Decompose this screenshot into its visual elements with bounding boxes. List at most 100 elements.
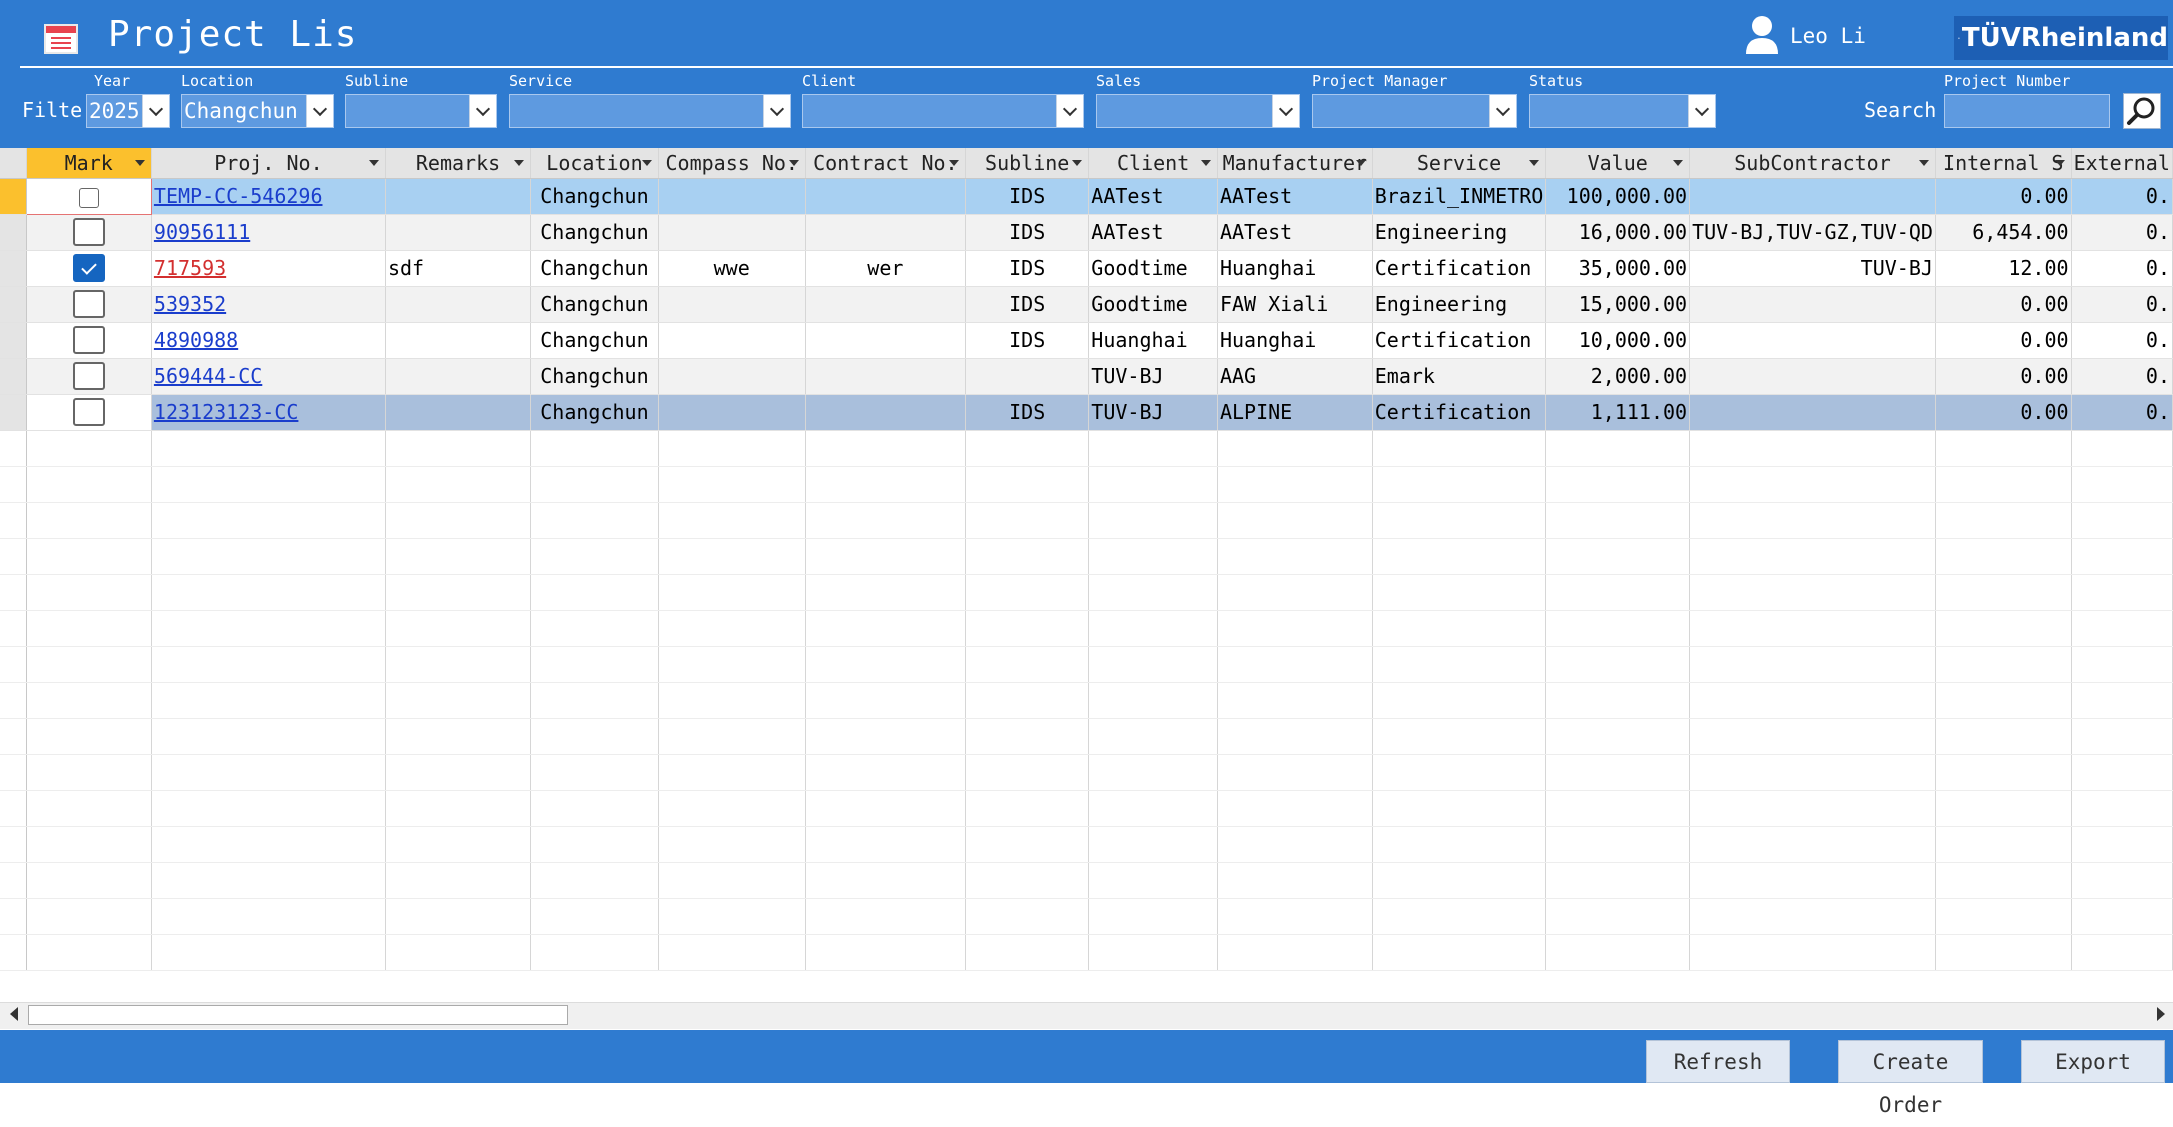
column-header-mark[interactable]: Mark (26, 148, 152, 179)
external-cell[interactable]: 0. (2071, 358, 2173, 395)
manufacturer-cell[interactable]: FAW Xiali (1217, 286, 1373, 323)
internal-s-cell[interactable]: 0.00 (1935, 394, 2072, 431)
mark-cell[interactable] (25, 177, 152, 215)
external-cell[interactable]: 0. (2071, 394, 2173, 431)
table-row[interactable]: 569444-CC Changchun TUV-BJ AAG Emark 2,0… (0, 358, 2173, 395)
filter-dropdown-icon[interactable] (2054, 160, 2065, 166)
subline-cell[interactable]: IDS (965, 250, 1090, 287)
value-cell[interactable]: 15,000.00 (1545, 286, 1691, 323)
internal-s-cell[interactable]: 0.00 (1935, 178, 2072, 215)
column-header-external[interactable]: External (2071, 148, 2173, 179)
chevron-down-icon[interactable] (1688, 95, 1715, 127)
service-cell[interactable]: Certification (1372, 250, 1547, 287)
chevron-down-icon[interactable] (763, 95, 790, 127)
table-row[interactable]: 90956111 Changchun IDS AATest AATest Eng… (0, 214, 2173, 251)
column-header-client[interactable]: Client (1088, 148, 1218, 179)
proj-no-cell[interactable]: 123123123-CC (151, 394, 386, 431)
row-selector[interactable] (0, 250, 27, 287)
mark-checkbox[interactable] (72, 362, 105, 390)
filter-dropdown-icon[interactable] (641, 160, 652, 166)
mark-cell[interactable] (26, 394, 152, 431)
manufacturer-cell[interactable]: AAG (1217, 358, 1373, 395)
remarks-cell[interactable] (385, 322, 532, 359)
subcontractor-cell[interactable] (1689, 322, 1936, 359)
value-cell[interactable]: 10,000.00 (1545, 322, 1691, 359)
create-order-button[interactable]: Create Order (1838, 1040, 1983, 1117)
subcontractor-cell[interactable] (1689, 286, 1936, 323)
compass-no-cell[interactable] (658, 286, 806, 323)
column-header-proj-no[interactable]: Proj. No. (151, 148, 386, 179)
remarks-cell[interactable] (385, 178, 532, 215)
remarks-cell[interactable] (385, 358, 532, 395)
internal-s-cell[interactable]: 12.00 (1935, 250, 2072, 287)
subline-cell[interactable]: IDS (965, 178, 1090, 215)
value-cell[interactable]: 35,000.00 (1545, 250, 1691, 287)
compass-no-cell[interactable] (658, 358, 806, 395)
contract-no-cell[interactable] (805, 394, 967, 431)
column-header-subline[interactable]: Subline (965, 148, 1090, 179)
external-cell[interactable]: 0. (2071, 250, 2173, 287)
value-cell[interactable]: 100,000.00 (1545, 178, 1691, 215)
location-cell[interactable]: Changchun (530, 178, 659, 215)
external-cell[interactable]: 0. (2071, 322, 2173, 359)
location-cell[interactable]: Changchun (530, 250, 659, 287)
mark-cell[interactable] (26, 286, 152, 323)
proj-no-link[interactable]: 717593 (154, 256, 226, 280)
proj-no-link[interactable]: TEMP-CC-546296 (154, 184, 323, 208)
filter-dropdown-icon[interactable] (134, 160, 145, 166)
remarks-cell[interactable] (385, 286, 532, 323)
column-header-subcontractor[interactable]: SubContractor (1689, 148, 1936, 179)
external-cell[interactable]: 0. (2071, 178, 2173, 215)
location-cell[interactable]: Changchun (530, 286, 659, 323)
subcontractor-cell[interactable]: TUV-BJ,TUV-GZ,TUV-QD (1689, 214, 1936, 251)
mark-checkbox[interactable] (78, 187, 99, 208)
client-select[interactable] (802, 94, 1084, 128)
contract-no-cell[interactable] (805, 286, 967, 323)
proj-no-link[interactable]: 90956111 (154, 220, 250, 244)
location-cell[interactable]: Changchun (530, 214, 659, 251)
search-button[interactable] (2123, 93, 2161, 129)
chevron-down-icon[interactable] (1056, 95, 1083, 127)
filter-dropdown-icon[interactable] (1355, 160, 1366, 166)
remarks-cell[interactable] (385, 394, 532, 431)
mark-checkbox[interactable] (72, 326, 105, 354)
subline-cell[interactable] (965, 358, 1090, 395)
remarks-cell[interactable] (385, 214, 532, 251)
client-cell[interactable]: Huanghai (1088, 322, 1218, 359)
subcontractor-cell[interactable] (1689, 358, 1936, 395)
client-cell[interactable]: AATest (1088, 214, 1218, 251)
service-cell[interactable]: Brazil_INMETRO (1372, 178, 1547, 215)
column-header-compass-no[interactable]: Compass No. (658, 148, 806, 179)
internal-s-cell[interactable]: 6,454.00 (1935, 214, 2072, 251)
project-manager-select[interactable] (1312, 94, 1517, 128)
subcontractor-cell[interactable]: TUV-BJ (1689, 250, 1936, 287)
filter-dropdown-icon[interactable] (1918, 160, 1929, 166)
mark-cell[interactable] (26, 214, 152, 251)
client-cell[interactable]: Goodtime (1088, 286, 1218, 323)
external-cell[interactable]: 0. (2071, 214, 2173, 251)
horizontal-scrollbar[interactable] (0, 1002, 2173, 1029)
column-header-service[interactable]: Service (1372, 148, 1547, 179)
table-row[interactable]: 4890988 Changchun IDS Huanghai Huanghai … (0, 322, 2173, 359)
chevron-down-icon[interactable] (469, 95, 496, 127)
subcontractor-cell[interactable] (1689, 178, 1936, 215)
value-cell[interactable]: 16,000.00 (1545, 214, 1691, 251)
column-header-value[interactable]: Value (1545, 148, 1691, 179)
scrollbar-thumb[interactable] (28, 1005, 568, 1025)
table-row[interactable]: 123123123-CC Changchun IDS TUV-BJ ALPINE… (0, 394, 2173, 431)
subline-cell[interactable]: IDS (965, 286, 1090, 323)
project-number-input[interactable] (1944, 94, 2110, 128)
external-cell[interactable]: 0. (2071, 286, 2173, 323)
contract-no-cell[interactable] (805, 322, 967, 359)
filter-dropdown-icon[interactable] (788, 160, 799, 166)
filter-dropdown-icon[interactable] (1529, 160, 1540, 166)
internal-s-cell[interactable]: 0.00 (1935, 358, 2072, 395)
mark-checkbox[interactable] (72, 290, 105, 318)
service-cell[interactable]: Certification (1372, 322, 1547, 359)
contract-no-cell[interactable] (805, 358, 967, 395)
client-cell[interactable]: AATest (1088, 178, 1218, 215)
location-cell[interactable]: Changchun (530, 394, 659, 431)
row-selector[interactable] (0, 358, 27, 395)
sales-select[interactable] (1096, 94, 1300, 128)
filter-dropdown-icon[interactable] (514, 160, 525, 166)
